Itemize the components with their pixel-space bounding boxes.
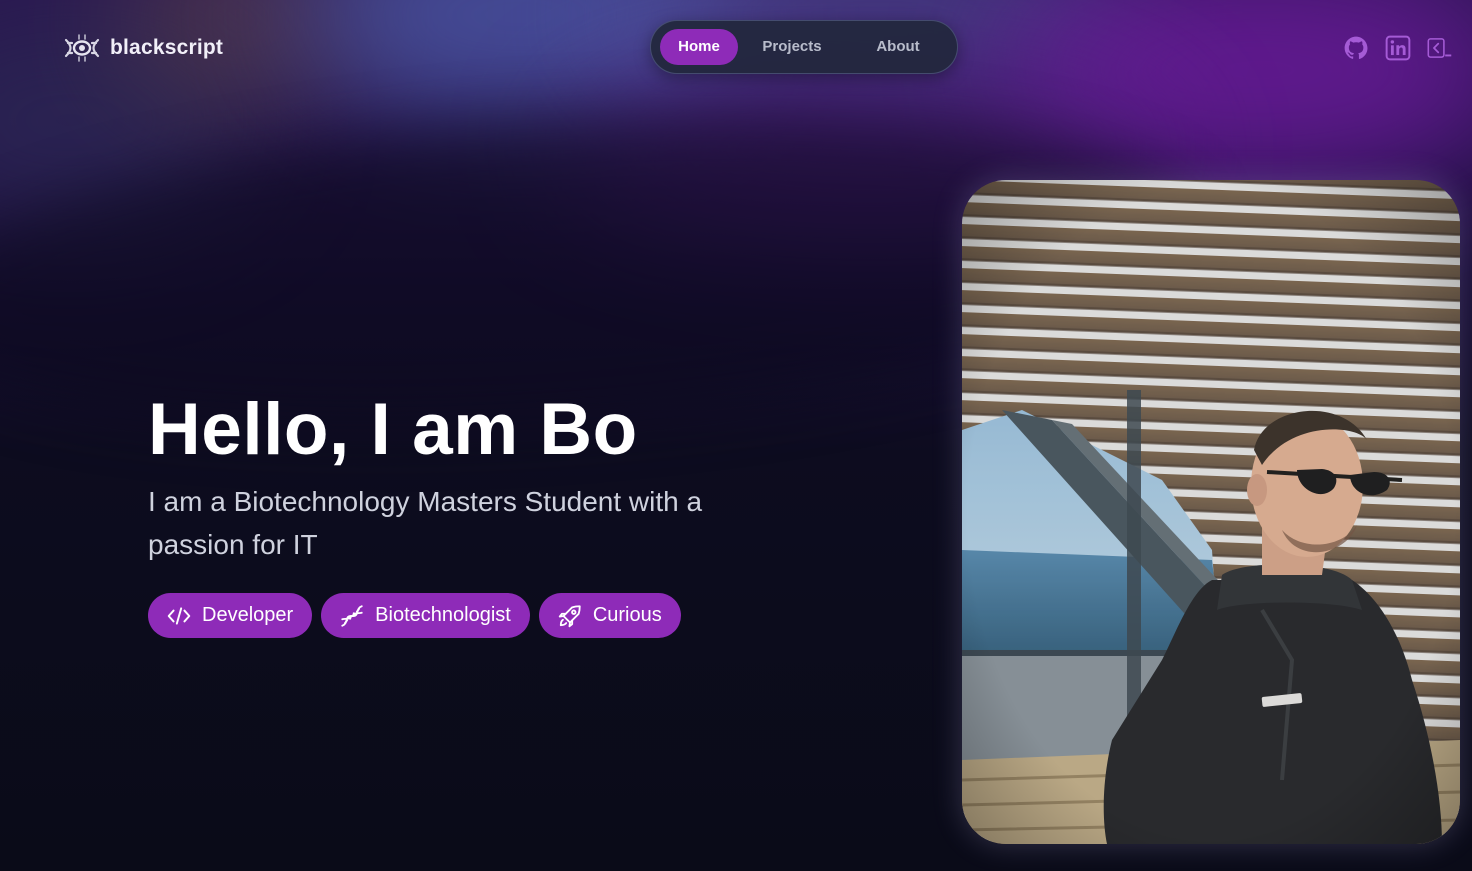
terminal-icon[interactable]	[1427, 35, 1453, 61]
nav-projects[interactable]: Projects	[748, 29, 836, 65]
social-links	[1343, 34, 1453, 62]
profile-photo	[962, 180, 1460, 844]
tag-curious: Curious	[538, 593, 681, 638]
tag-label: Biotechnologist	[375, 604, 511, 626]
brand-name: blackscript	[110, 36, 224, 59]
github-icon[interactable]	[1343, 35, 1369, 61]
dna-icon	[341, 604, 363, 627]
tag-label: Developer	[202, 604, 294, 626]
nav-about[interactable]: About	[848, 29, 948, 65]
brand[interactable]: blackscript	[62, 30, 223, 66]
linkedin-icon[interactable]	[1385, 35, 1411, 61]
tag-developer: Developer	[148, 593, 313, 638]
main-nav: Home Projects About	[650, 20, 958, 74]
nav-home[interactable]: Home	[660, 29, 738, 65]
hero-subtitle: I am a Biotechnology Masters Student wit…	[148, 486, 703, 560]
code-icon	[167, 606, 191, 625]
hero-title: Hello, I am Bo	[148, 389, 638, 470]
tag-list: Developer Biotechnologist Curious	[148, 593, 681, 638]
tag-biotechnologist: Biotechnologist	[321, 593, 530, 638]
eye-dna-logo-icon	[64, 34, 100, 62]
tag-label: Curious	[592, 604, 662, 626]
rocket-icon	[558, 604, 581, 627]
